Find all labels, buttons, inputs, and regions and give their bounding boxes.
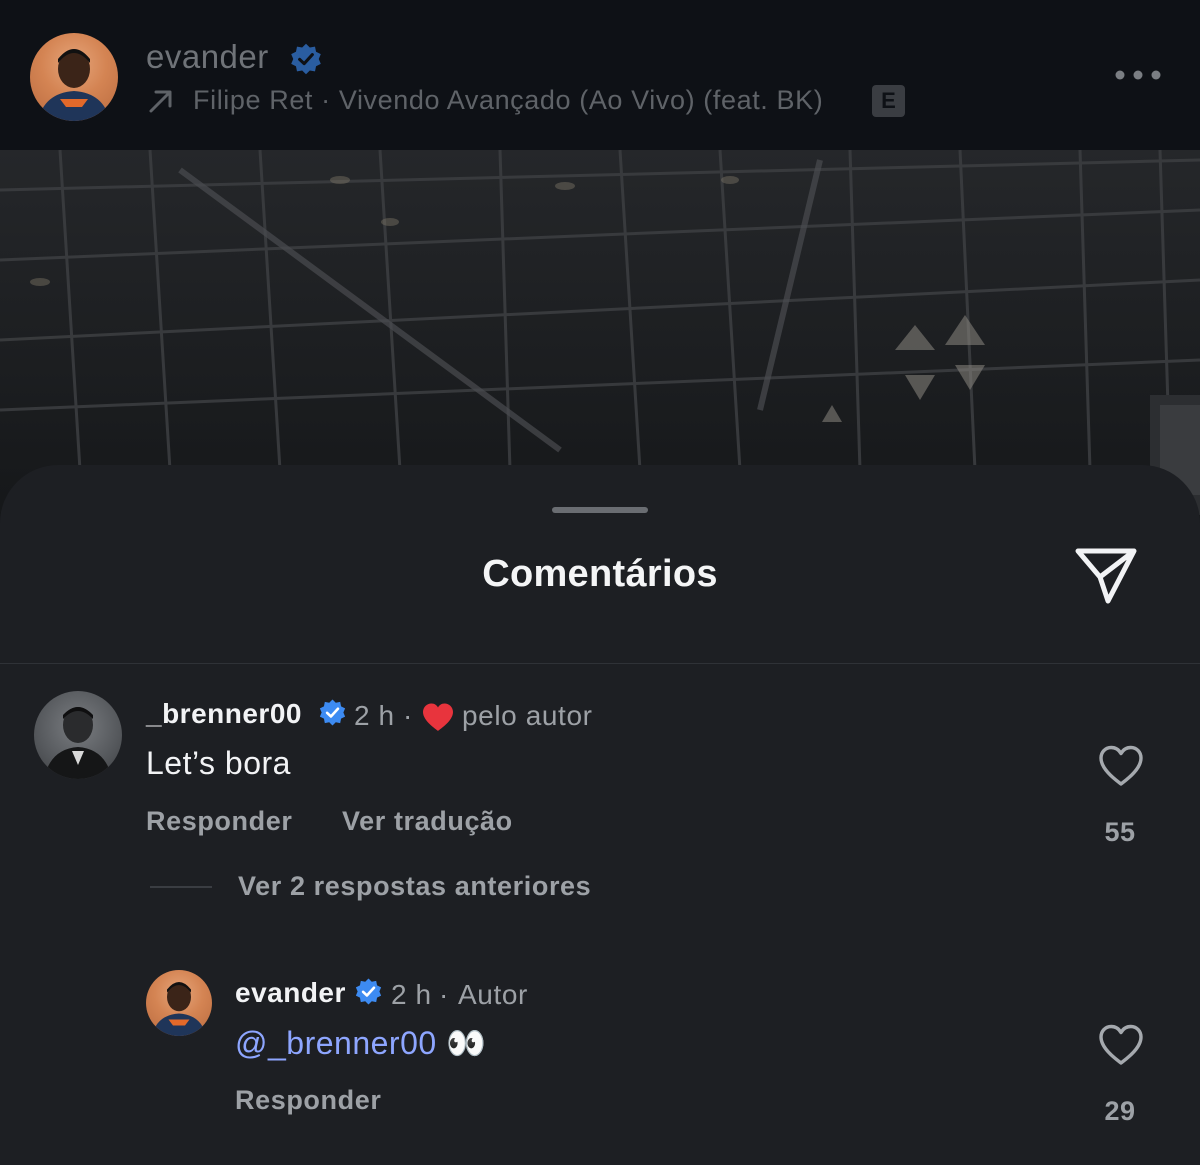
translate-button[interactable]: Ver tradução [342,806,513,837]
sheet-title: Comentários [482,553,718,595]
meta-separator: · [403,700,413,731]
verified-badge-icon [291,43,321,75]
heart-outline-icon[interactable] [1097,1023,1145,1067]
post-author-avatar[interactable] [30,33,118,121]
more-dots-icon[interactable] [1110,62,1166,88]
comment-timestamp: 2 h [354,700,395,731]
eyes-emoji: 👀 [446,1025,487,1061]
reply-avatar[interactable] [146,970,212,1036]
comments-sheet: Comentários _brenner00 2 h · pelo autor … [0,465,1200,1165]
verified-badge-icon [355,978,382,1005]
comment-text: Let’s bora [146,745,291,781]
like-count: 55 [1104,817,1136,847]
post-header: evander Filipe Ret · Vivendo Avançado (A… [0,0,1200,150]
author-label: Autor [458,979,528,1010]
meta-separator: · [439,979,449,1010]
reply-button[interactable]: Responder [235,1085,381,1116]
reply-text: @_brenner00 👀 [235,1024,486,1062]
comment-avatar[interactable] [34,691,122,779]
heart-filled-icon [423,703,453,731]
sheet-grabber-handle[interactable] [552,507,648,513]
replies-divider-line [150,886,212,888]
reply-username[interactable]: evander [235,977,346,1009]
mention-link[interactable]: @_brenner00 [235,1025,437,1061]
reply-timestamp: 2 h [391,979,432,1010]
post-username[interactable]: evander [146,38,269,76]
reply-button[interactable]: Responder [146,806,292,837]
post-music-label[interactable]: Filipe Ret · Vivendo Avançado (Ao Vivo) … [193,85,823,116]
view-replies-button[interactable]: Ver 2 respostas anteriores [238,871,591,902]
sheet-divider [0,663,1200,664]
heart-outline-icon[interactable] [1097,744,1145,788]
paper-plane-icon[interactable] [1072,543,1140,607]
like-count: 29 [1104,1096,1136,1126]
explicit-badge: E [872,85,905,117]
verified-badge-icon [319,699,346,726]
arrow-up-right-icon [149,90,172,113]
liked-by-author-label: pelo autor [462,700,593,731]
comment-username[interactable]: _brenner00 [146,698,302,730]
